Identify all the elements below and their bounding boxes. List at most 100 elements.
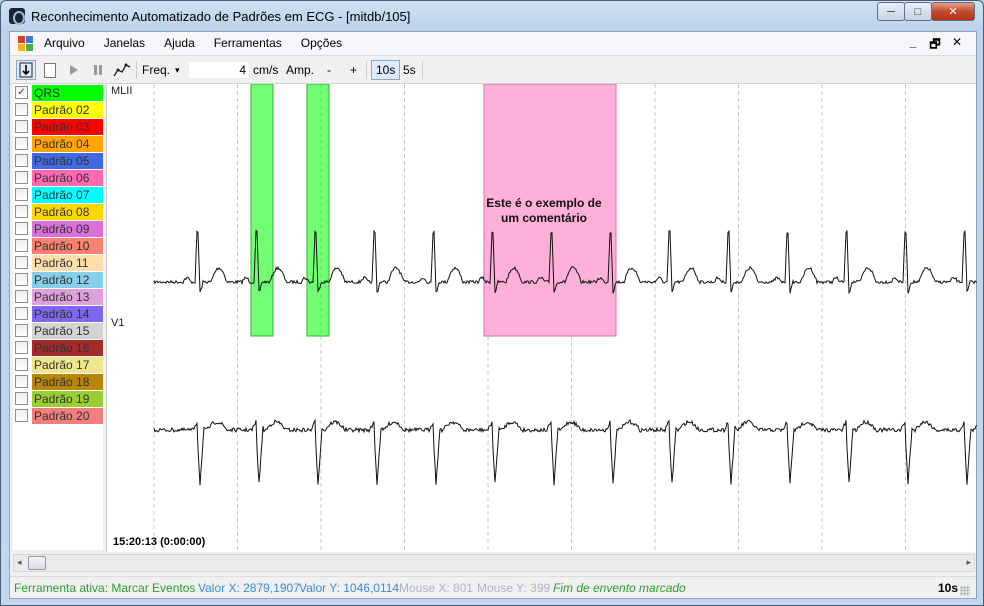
legend-item[interactable]: Padrão 14 xyxy=(13,305,103,322)
ecg-canvas[interactable] xyxy=(107,84,977,552)
legend-checkbox[interactable] xyxy=(15,273,28,286)
status-tool: Ferramenta ativa: Marcar Eventos xyxy=(14,581,196,595)
legend-checkbox[interactable] xyxy=(15,290,28,303)
legend-checkbox[interactable] xyxy=(15,358,28,371)
amp-minus-button[interactable]: - xyxy=(323,60,335,80)
legend-label: Padrão 20 xyxy=(32,407,103,424)
legend-item[interactable]: Padrão 08 xyxy=(13,203,103,220)
legend-item[interactable]: Padrão 03 xyxy=(13,118,103,135)
lead-label-mlii: MLII xyxy=(111,85,133,97)
legend-label: Padrão 19 xyxy=(32,390,103,407)
app-window: Reconhecimento Automatizado de Padrões e… xyxy=(0,0,984,606)
qrs-marker xyxy=(250,84,274,337)
legend-item[interactable]: Padrão 09 xyxy=(13,220,103,237)
legend-checkbox[interactable] xyxy=(15,188,28,201)
status-bar: Ferramenta ativa: Marcar Eventos Valor X… xyxy=(10,576,976,598)
legend-checkbox[interactable] xyxy=(15,103,28,116)
legend-checkbox[interactable] xyxy=(15,120,28,133)
legend-item[interactable]: ✓ QRS xyxy=(13,84,103,101)
minimize-button[interactable]: ─ xyxy=(877,2,905,21)
legend-item[interactable]: Padrão 13 xyxy=(13,288,103,305)
legend-item[interactable]: Padrão 15 xyxy=(13,322,103,339)
freq-unit: cm/s xyxy=(253,63,279,77)
arrow-down-icon[interactable] xyxy=(16,60,36,80)
legend-label: Padrão 12 xyxy=(32,271,103,288)
freq-dropdown-icon[interactable]: ▾ xyxy=(175,60,180,80)
scale-10s-button[interactable]: 10s xyxy=(371,60,401,80)
title-bar[interactable]: Reconhecimento Automatizado de Padrões e… xyxy=(1,1,983,31)
lead-label-v1: V1 xyxy=(111,317,125,329)
legend-checkbox[interactable] xyxy=(15,375,28,388)
document-icon[interactable] xyxy=(18,36,34,52)
legend-checkbox[interactable] xyxy=(15,239,28,252)
pause-icon[interactable] xyxy=(88,60,108,80)
freq-input[interactable]: 4 xyxy=(188,61,250,79)
curve-tool-icon[interactable] xyxy=(112,60,132,80)
resize-grip-icon[interactable] xyxy=(960,586,970,596)
legend-label: Padrão 10 xyxy=(32,237,103,254)
legend-item[interactable]: Padrão 19 xyxy=(13,390,103,407)
menu-arquivo[interactable]: Arquivo xyxy=(44,36,85,50)
legend-item[interactable]: Padrão 04 xyxy=(13,135,103,152)
client-area: Arquivo Janelas Ajuda Ferramentas Opções… xyxy=(9,31,977,599)
legend-checkbox[interactable] xyxy=(15,205,28,218)
play-icon[interactable] xyxy=(64,60,84,80)
toolbar: Freq. ▾ 4 cm/s Amp. - + 10s 5s xyxy=(10,57,976,84)
legend-label: Padrão 06 xyxy=(32,169,103,186)
scroll-right-icon[interactable]: ▸ xyxy=(966,557,971,568)
legend-item[interactable]: Padrão 07 xyxy=(13,186,103,203)
legend-label: Padrão 11 xyxy=(32,254,103,271)
legend-item[interactable]: Padrão 12 xyxy=(13,271,103,288)
legend-label: Padrão 16 xyxy=(32,339,103,356)
mdi-close-button[interactable]: ✕ xyxy=(946,35,968,56)
amp-plus-button[interactable]: + xyxy=(346,60,361,80)
legend-checkbox[interactable]: ✓ xyxy=(15,86,28,99)
status-mouse-x: Mouse X: 801 xyxy=(399,581,474,595)
menu-opcoes[interactable]: Opções xyxy=(301,36,342,50)
legend-item[interactable]: Padrão 18 xyxy=(13,373,103,390)
legend-item[interactable]: Padrão 05 xyxy=(13,152,103,169)
legend-label: Padrão 02 xyxy=(32,101,103,118)
legend-checkbox[interactable] xyxy=(15,307,28,320)
menu-ajuda[interactable]: Ajuda xyxy=(164,36,195,50)
ecg-plot[interactable]: MLII V1 Este é o exemplo de um comentári… xyxy=(106,84,977,552)
legend-item[interactable]: Padrão 11 xyxy=(13,254,103,271)
pattern-legend: ✓ QRS Padrão 02 Padrão 03 Padrão 04 Padrão 05… xyxy=(13,84,103,550)
new-page-icon[interactable] xyxy=(40,60,60,80)
scroll-thumb[interactable] xyxy=(28,556,46,570)
legend-checkbox[interactable] xyxy=(15,171,28,184)
status-value-y: Valor Y: 1046,0114 xyxy=(299,581,400,595)
legend-label: Padrão 18 xyxy=(32,373,103,390)
menu-janelas[interactable]: Janelas xyxy=(104,36,145,50)
scroll-left-icon[interactable]: ◂ xyxy=(17,557,22,568)
legend-item[interactable]: Padrão 17 xyxy=(13,356,103,373)
legend-label: Padrão 17 xyxy=(32,356,103,373)
legend-label: Padrão 04 xyxy=(32,135,103,152)
close-button[interactable]: ✕ xyxy=(931,2,975,21)
scale-5s-button[interactable]: 5s xyxy=(399,60,420,80)
legend-checkbox[interactable] xyxy=(15,154,28,167)
legend-item[interactable]: Padrão 16 xyxy=(13,339,103,356)
horizontal-scrollbar[interactable]: ◂ ▸ xyxy=(13,554,975,572)
mdi-minimize-button[interactable]: _ xyxy=(902,35,924,56)
legend-checkbox[interactable] xyxy=(15,341,28,354)
legend-checkbox[interactable] xyxy=(15,137,28,150)
legend-checkbox[interactable] xyxy=(15,324,28,337)
legend-checkbox[interactable] xyxy=(15,409,28,422)
mdi-restore-button[interactable]: 🗗 xyxy=(924,35,946,56)
legend-label: Padrão 14 xyxy=(32,305,103,322)
legend-checkbox[interactable] xyxy=(15,222,28,235)
legend-item[interactable]: Padrão 10 xyxy=(13,237,103,254)
legend-checkbox[interactable] xyxy=(15,256,28,269)
legend-item[interactable]: Padrão 20 xyxy=(13,407,103,424)
status-mouse-y: Mouse Y: 399 xyxy=(477,581,551,595)
amp-label: Amp. xyxy=(286,63,315,77)
legend-label: Padrão 05 xyxy=(32,152,103,169)
legend-item[interactable]: Padrão 02 xyxy=(13,101,103,118)
legend-checkbox[interactable] xyxy=(15,392,28,405)
legend-item[interactable]: Padrão 06 xyxy=(13,169,103,186)
window-controls: ─ □ ✕ xyxy=(877,2,975,21)
menu-ferramentas[interactable]: Ferramentas xyxy=(214,36,282,50)
app-icon[interactable] xyxy=(9,8,25,25)
maximize-button[interactable]: □ xyxy=(904,2,932,21)
